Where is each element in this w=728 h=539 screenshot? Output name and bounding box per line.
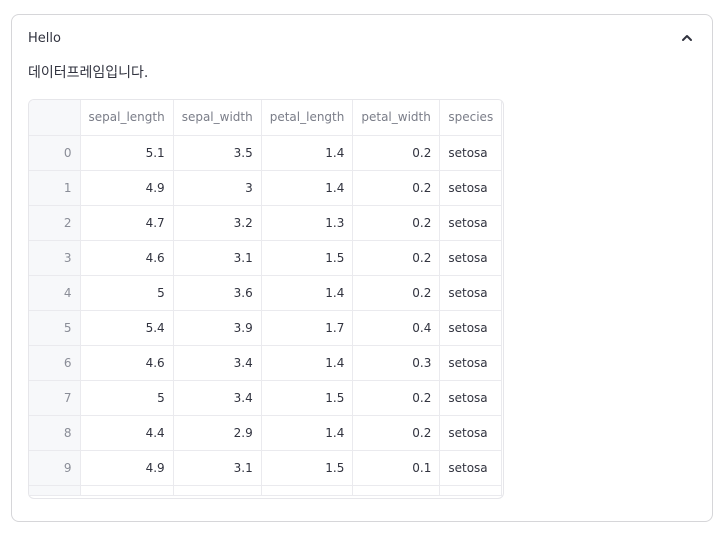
- table-cell[interactable]: 4.6: [80, 345, 174, 381]
- table-cell[interactable]: 5: [80, 380, 174, 416]
- table-cell[interactable]: 1.5: [261, 380, 354, 416]
- row-index: 4: [29, 275, 81, 311]
- table-cell[interactable]: setosa: [439, 450, 503, 486]
- table-cell[interactable]: 1.7: [261, 310, 354, 346]
- row-index: 1: [29, 170, 81, 206]
- table-cell[interactable]: 4.9: [80, 450, 174, 486]
- row-index: 2: [29, 205, 81, 241]
- table-cell: [173, 485, 262, 496]
- table-cell: [352, 485, 441, 496]
- table-row: 2 4.7 3.2 1.3 0.2 setosa: [29, 205, 503, 241]
- table-cell[interactable]: 4.9: [80, 170, 174, 206]
- table-row: 7 5 3.4 1.5 0.2 setosa: [29, 380, 503, 416]
- table-cell[interactable]: 3.9: [173, 310, 262, 346]
- table-cell[interactable]: 1.4: [261, 275, 354, 311]
- table-cell[interactable]: 0.2: [352, 135, 441, 171]
- table-cell[interactable]: setosa: [439, 380, 503, 416]
- table-cell[interactable]: setosa: [439, 310, 503, 346]
- row-index: 6: [29, 345, 81, 381]
- table-row: 5 5.4 3.9 1.7 0.4 setosa: [29, 310, 503, 346]
- table-cell[interactable]: 3.6: [173, 275, 262, 311]
- table-cell[interactable]: setosa: [439, 275, 503, 311]
- column-header[interactable]: sepal_width: [173, 100, 262, 136]
- table-cell[interactable]: 3.1: [173, 450, 262, 486]
- expander-header[interactable]: Hello: [12, 15, 712, 61]
- table-cell[interactable]: 1.4: [261, 135, 354, 171]
- row-index: 0: [29, 135, 81, 171]
- column-header[interactable]: species: [439, 100, 503, 136]
- table-cell[interactable]: 3: [173, 170, 262, 206]
- table-cell[interactable]: 1.5: [261, 450, 354, 486]
- table-cell[interactable]: setosa: [439, 205, 503, 241]
- table-cell: [80, 485, 174, 496]
- table-cell[interactable]: 5.4: [80, 310, 174, 346]
- table-row: 9 4.9 3.1 1.5 0.1 setosa: [29, 450, 503, 486]
- table-cell[interactable]: 2.9: [173, 415, 262, 451]
- table-cell[interactable]: 0.2: [352, 415, 441, 451]
- table-row: 8 4.4 2.9 1.4 0.2 setosa: [29, 415, 503, 451]
- dataframe-table: sepal_length sepal_width petal_length pe…: [29, 100, 503, 496]
- column-header[interactable]: sepal_length: [80, 100, 174, 136]
- table-cell[interactable]: 3.1: [173, 240, 262, 276]
- table-cell[interactable]: 0.2: [352, 170, 441, 206]
- table-cell[interactable]: setosa: [439, 415, 503, 451]
- row-index: [29, 485, 81, 496]
- table-row: 0 5.1 3.5 1.4 0.2 setosa: [29, 135, 503, 171]
- table-cell[interactable]: 4.7: [80, 205, 174, 241]
- chevron-up-icon[interactable]: [680, 31, 694, 45]
- table-cell[interactable]: 1.4: [261, 415, 354, 451]
- table-cell[interactable]: 4.6: [80, 240, 174, 276]
- table-cell[interactable]: setosa: [439, 345, 503, 381]
- index-header: [29, 100, 81, 136]
- row-index: 8: [29, 415, 81, 451]
- table-cell[interactable]: 0.3: [352, 345, 441, 381]
- table-cell[interactable]: setosa: [439, 170, 503, 206]
- row-index: 9: [29, 450, 81, 486]
- expander: Hello 데이터프레임입니다. sepal_length sepal_widt…: [11, 14, 713, 522]
- expander-title: Hello: [28, 31, 61, 46]
- table-cell[interactable]: 1.4: [261, 170, 354, 206]
- table-cell[interactable]: 1.4: [261, 345, 354, 381]
- table-cell[interactable]: 3.4: [173, 380, 262, 416]
- column-header[interactable]: petal_length: [261, 100, 354, 136]
- table-cell[interactable]: setosa: [439, 135, 503, 171]
- table-cell[interactable]: 0.4: [352, 310, 441, 346]
- table-row: 3 4.6 3.1 1.5 0.2 setosa: [29, 240, 503, 276]
- table-cell[interactable]: 0.2: [352, 275, 441, 311]
- table-cell[interactable]: 3.2: [173, 205, 262, 241]
- table-cell[interactable]: 1.5: [261, 240, 354, 276]
- table-cell: [261, 485, 354, 496]
- table-row: 1 4.9 3 1.4 0.2 setosa: [29, 170, 503, 206]
- row-index: 5: [29, 310, 81, 346]
- table-cell[interactable]: 0.1: [352, 450, 441, 486]
- table-cell[interactable]: 5: [80, 275, 174, 311]
- column-header[interactable]: petal_width: [352, 100, 441, 136]
- table-row-partial: [29, 485, 503, 496]
- table-cell[interactable]: 3.4: [173, 345, 262, 381]
- header-row: sepal_length sepal_width petal_length pe…: [29, 100, 503, 136]
- table-cell: [439, 485, 503, 496]
- table-cell[interactable]: 5.1: [80, 135, 174, 171]
- dataframe[interactable]: sepal_length sepal_width petal_length pe…: [28, 99, 504, 499]
- table-cell[interactable]: 0.2: [352, 380, 441, 416]
- row-index: 3: [29, 240, 81, 276]
- table-cell[interactable]: 4.4: [80, 415, 174, 451]
- table-cell[interactable]: 1.3: [261, 205, 354, 241]
- table-row: 6 4.6 3.4 1.4 0.3 setosa: [29, 345, 503, 381]
- table-cell[interactable]: 0.2: [352, 240, 441, 276]
- table-cell[interactable]: setosa: [439, 240, 503, 276]
- message-text: 데이터프레임입니다.: [28, 65, 149, 81]
- row-index: 7: [29, 380, 81, 416]
- table-cell[interactable]: 0.2: [352, 205, 441, 241]
- table-cell[interactable]: 3.5: [173, 135, 262, 171]
- table-row: 4 5 3.6 1.4 0.2 setosa: [29, 275, 503, 311]
